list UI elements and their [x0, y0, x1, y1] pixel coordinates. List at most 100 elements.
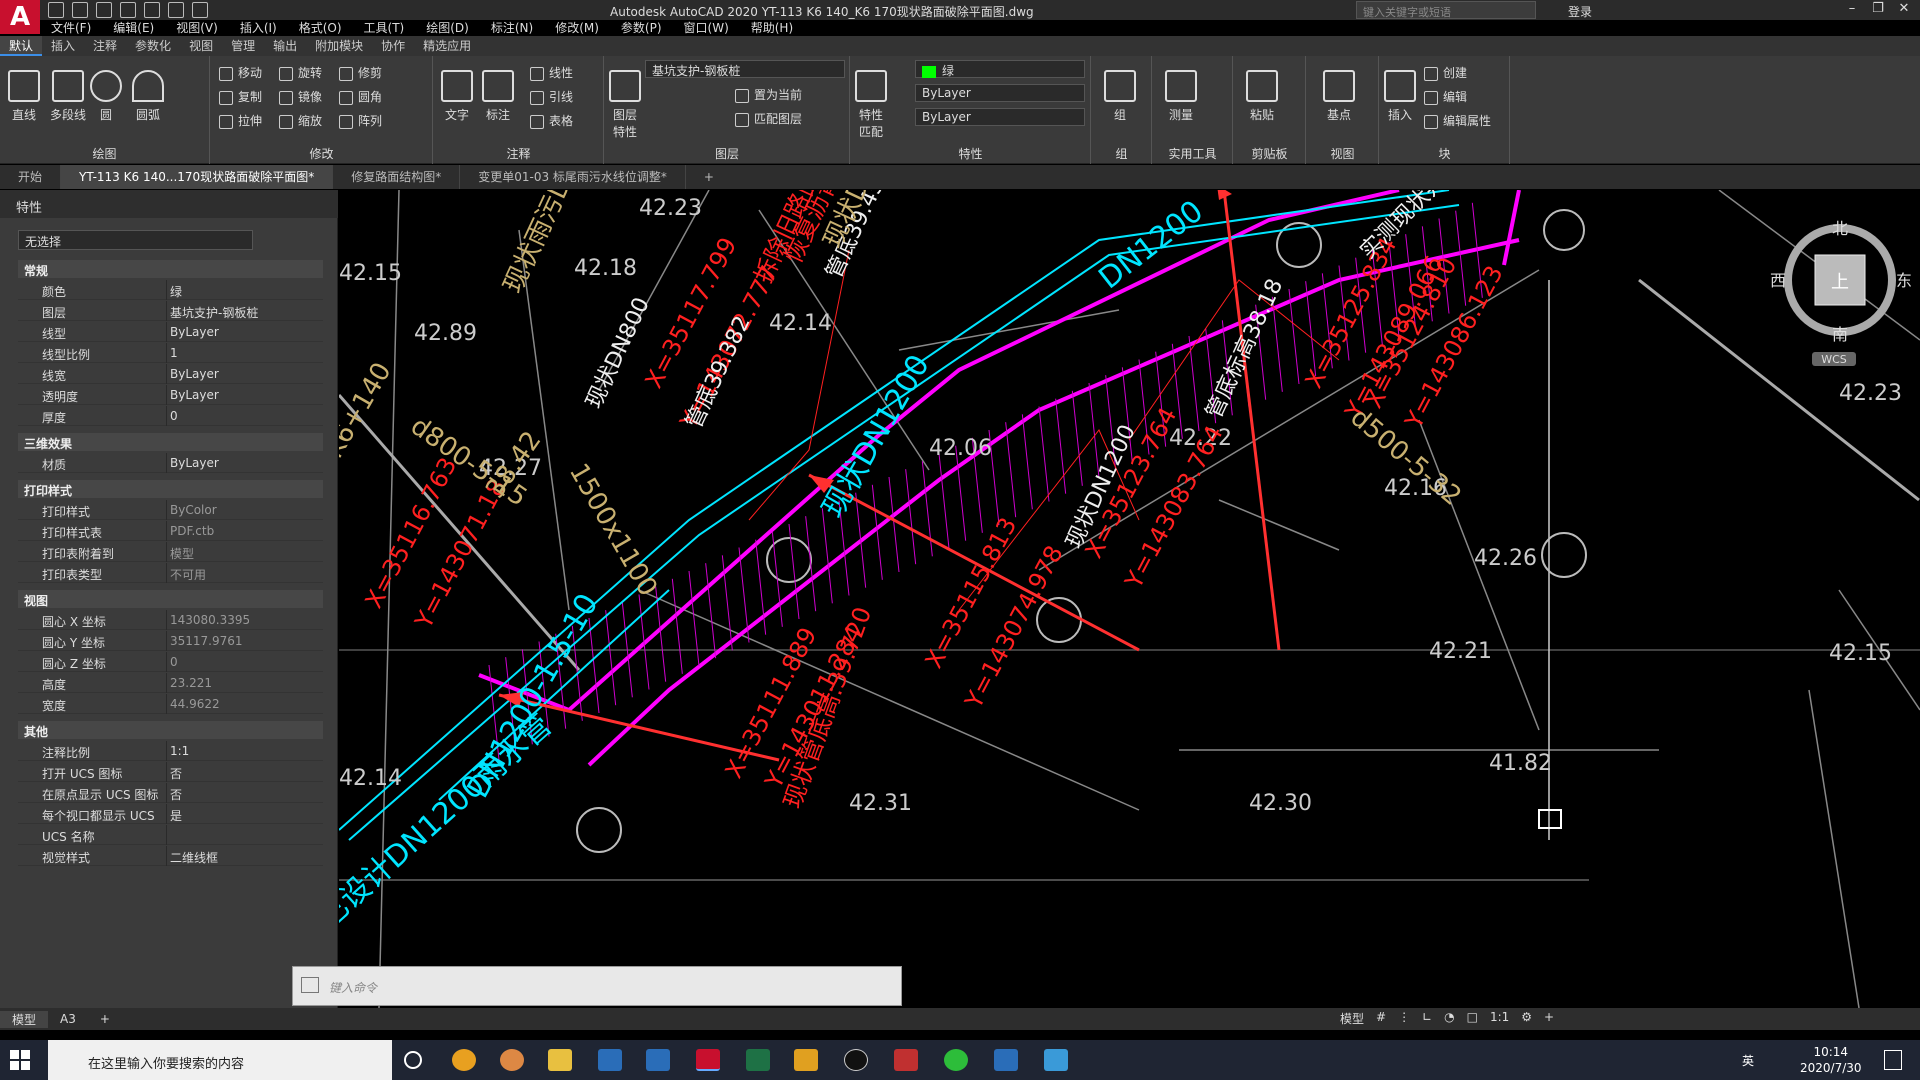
tab-output[interactable]: 输出 [264, 36, 306, 56]
command-history-icon[interactable] [301, 977, 319, 993]
section-header[interactable]: 视图 [18, 590, 323, 608]
create-block-button[interactable]: 创建 [1424, 64, 1467, 81]
property-value[interactable]: PDF.ctb [170, 524, 214, 538]
mirror-button[interactable]: 镜像 [279, 88, 322, 105]
copy-button[interactable]: 复制 [219, 88, 262, 105]
file-explorer-icon[interactable] [548, 1049, 572, 1071]
grid-icon[interactable]: # [1376, 1010, 1386, 1027]
move-button[interactable]: 移动 [219, 64, 262, 81]
line-button[interactable]: 直线 [4, 70, 44, 123]
property-row[interactable]: 打印表附着到 模型 [18, 542, 323, 562]
cad-viewer-icon[interactable] [598, 1049, 622, 1071]
compass-north[interactable]: 北 [1832, 219, 1848, 238]
taskbar-search-input[interactable]: 在这里输入你要搜索的内容 [48, 1040, 392, 1080]
dimension-button[interactable]: 标注 [478, 70, 518, 123]
property-row[interactable]: 透明度 ByLayer [18, 385, 323, 405]
menu-parametric[interactable]: 参数(P) [610, 20, 673, 36]
layers-panel-title[interactable]: 图层 [605, 145, 849, 162]
menu-file[interactable]: 文件(F) [40, 20, 102, 36]
property-value[interactable]: 否 [170, 765, 182, 782]
property-value[interactable]: ByLayer [170, 325, 219, 339]
property-value[interactable]: 二维线框 [170, 849, 218, 866]
osnap-icon[interactable]: □ [1467, 1010, 1478, 1027]
selection-dropdown[interactable]: 无选择 [18, 230, 253, 250]
property-row[interactable]: 打开 UCS 图标 否 [18, 762, 323, 782]
qq-icon[interactable] [844, 1049, 868, 1071]
groups-panel-title[interactable]: 组 [1092, 145, 1151, 162]
menu-view[interactable]: 视图(V) [165, 20, 229, 36]
menu-draw[interactable]: 绘图(D) [415, 20, 480, 36]
fillet-button[interactable]: 圆角 [339, 88, 382, 105]
trim-button[interactable]: 修剪 [339, 64, 382, 81]
chrome-icon[interactable] [452, 1049, 476, 1071]
property-value[interactable]: 不可用 [170, 566, 206, 583]
tab-change-order[interactable]: 变更单01-03 标尾雨污水线位调整* [460, 165, 686, 189]
make-current-button[interactable]: 置为当前 [735, 86, 802, 103]
gear-icon[interactable]: ⚙ [1521, 1010, 1532, 1027]
tab-addins[interactable]: 附加模块 [306, 36, 372, 56]
tab-home[interactable]: 默认 [0, 36, 43, 56]
notification-icon[interactable] [1884, 1050, 1902, 1070]
app-menu-button[interactable]: A [0, 0, 40, 34]
section-header[interactable]: 常规 [18, 260, 323, 278]
property-value[interactable]: 35117.9761 [170, 634, 243, 648]
section-header[interactable]: 三维效果 [18, 433, 323, 451]
property-row[interactable]: 材质 ByLayer [18, 453, 323, 473]
close-button[interactable]: ✕ [1892, 1, 1916, 19]
wechat-icon[interactable] [944, 1049, 968, 1071]
polyline-button[interactable]: 多段线 [44, 70, 92, 123]
group-button[interactable]: 组 [1102, 70, 1138, 123]
property-value[interactable]: ByLayer [170, 456, 219, 470]
measure-button[interactable]: 测量 [1163, 70, 1199, 123]
circle-button[interactable]: 圆 [88, 70, 124, 123]
autocad-icon[interactable] [696, 1049, 720, 1071]
ortho-icon[interactable]: ∟ [1422, 1010, 1432, 1027]
lineweight-dropdown[interactable]: ByLayer [915, 108, 1085, 126]
compass-east[interactable]: 东 [1896, 271, 1912, 290]
viewcube[interactable]: 上 北 南 东 西 WCS [1770, 210, 1920, 370]
model-space-toggle[interactable]: 模型 [1340, 1010, 1364, 1027]
rotate-button[interactable]: 旋转 [279, 64, 322, 81]
tab-model[interactable]: 模型 [0, 1010, 49, 1028]
app-icon[interactable] [794, 1049, 818, 1071]
menu-dimension[interactable]: 标注(N) [480, 20, 544, 36]
modify-panel-title[interactable]: 修改 [211, 145, 432, 162]
property-row[interactable]: 厚度 0 [18, 406, 323, 426]
section-header[interactable]: 打印样式 [18, 480, 323, 498]
drawing-canvas[interactable]: 42.23 42.15 42.18 42.89 42.14 42.27 42.06 42.22… [339, 190, 1920, 1008]
help-search-input[interactable]: 键入关键字或短语 [1356, 1, 1536, 19]
layer-dropdown[interactable]: 基坑支护-钢板桩 [645, 60, 845, 78]
draw-panel-title[interactable]: 绘图 [0, 145, 209, 162]
polar-icon[interactable]: ◔ [1444, 1010, 1454, 1027]
command-input[interactable]: 键入命令 [329, 979, 377, 996]
scale-button[interactable]: 缩放 [279, 112, 322, 129]
property-row[interactable]: UCS 名称 [18, 825, 323, 845]
edit-attributes-button[interactable]: 编辑属性 [1424, 112, 1491, 129]
save-icon[interactable] [96, 2, 112, 18]
property-value[interactable]: ByLayer [170, 367, 219, 381]
menu-insert[interactable]: 插入(I) [229, 20, 288, 36]
property-value[interactable]: 1 [170, 346, 178, 360]
property-row[interactable]: 圆心 X 坐标 143080.3395 [18, 610, 323, 630]
property-row[interactable]: 打印样式表 PDF.ctb [18, 521, 323, 541]
save-as-icon[interactable] [120, 2, 136, 18]
browser-icon[interactable] [500, 1049, 524, 1071]
property-row[interactable]: 圆心 Y 坐标 35117.9761 [18, 631, 323, 651]
redo-icon[interactable] [192, 2, 208, 18]
undo-icon[interactable] [168, 2, 184, 18]
insert-block-button[interactable]: 插入 [1382, 70, 1418, 123]
property-row[interactable]: 线型比例 1 [18, 343, 323, 363]
signin-button[interactable]: 登录 [1568, 3, 1592, 20]
tab-parametric[interactable]: 参数化 [126, 36, 180, 56]
property-value[interactable]: 23.221 [170, 676, 212, 690]
property-row[interactable]: 在原点显示 UCS 图标否 [18, 783, 323, 803]
property-row[interactable]: 高度 23.221 [18, 673, 323, 693]
property-row[interactable]: 注释比例 1:1 [18, 741, 323, 761]
property-value[interactable]: 基坑支护-钢板桩 [170, 304, 258, 321]
task-view-icon[interactable] [404, 1051, 422, 1069]
property-value[interactable]: 是 [170, 807, 182, 824]
layer-properties-button[interactable]: 图层 特性 [607, 70, 643, 140]
paste-button[interactable]: 粘贴 [1244, 70, 1280, 123]
tab-insert[interactable]: 插入 [42, 36, 84, 56]
linetype-dropdown[interactable]: ByLayer [915, 84, 1085, 102]
